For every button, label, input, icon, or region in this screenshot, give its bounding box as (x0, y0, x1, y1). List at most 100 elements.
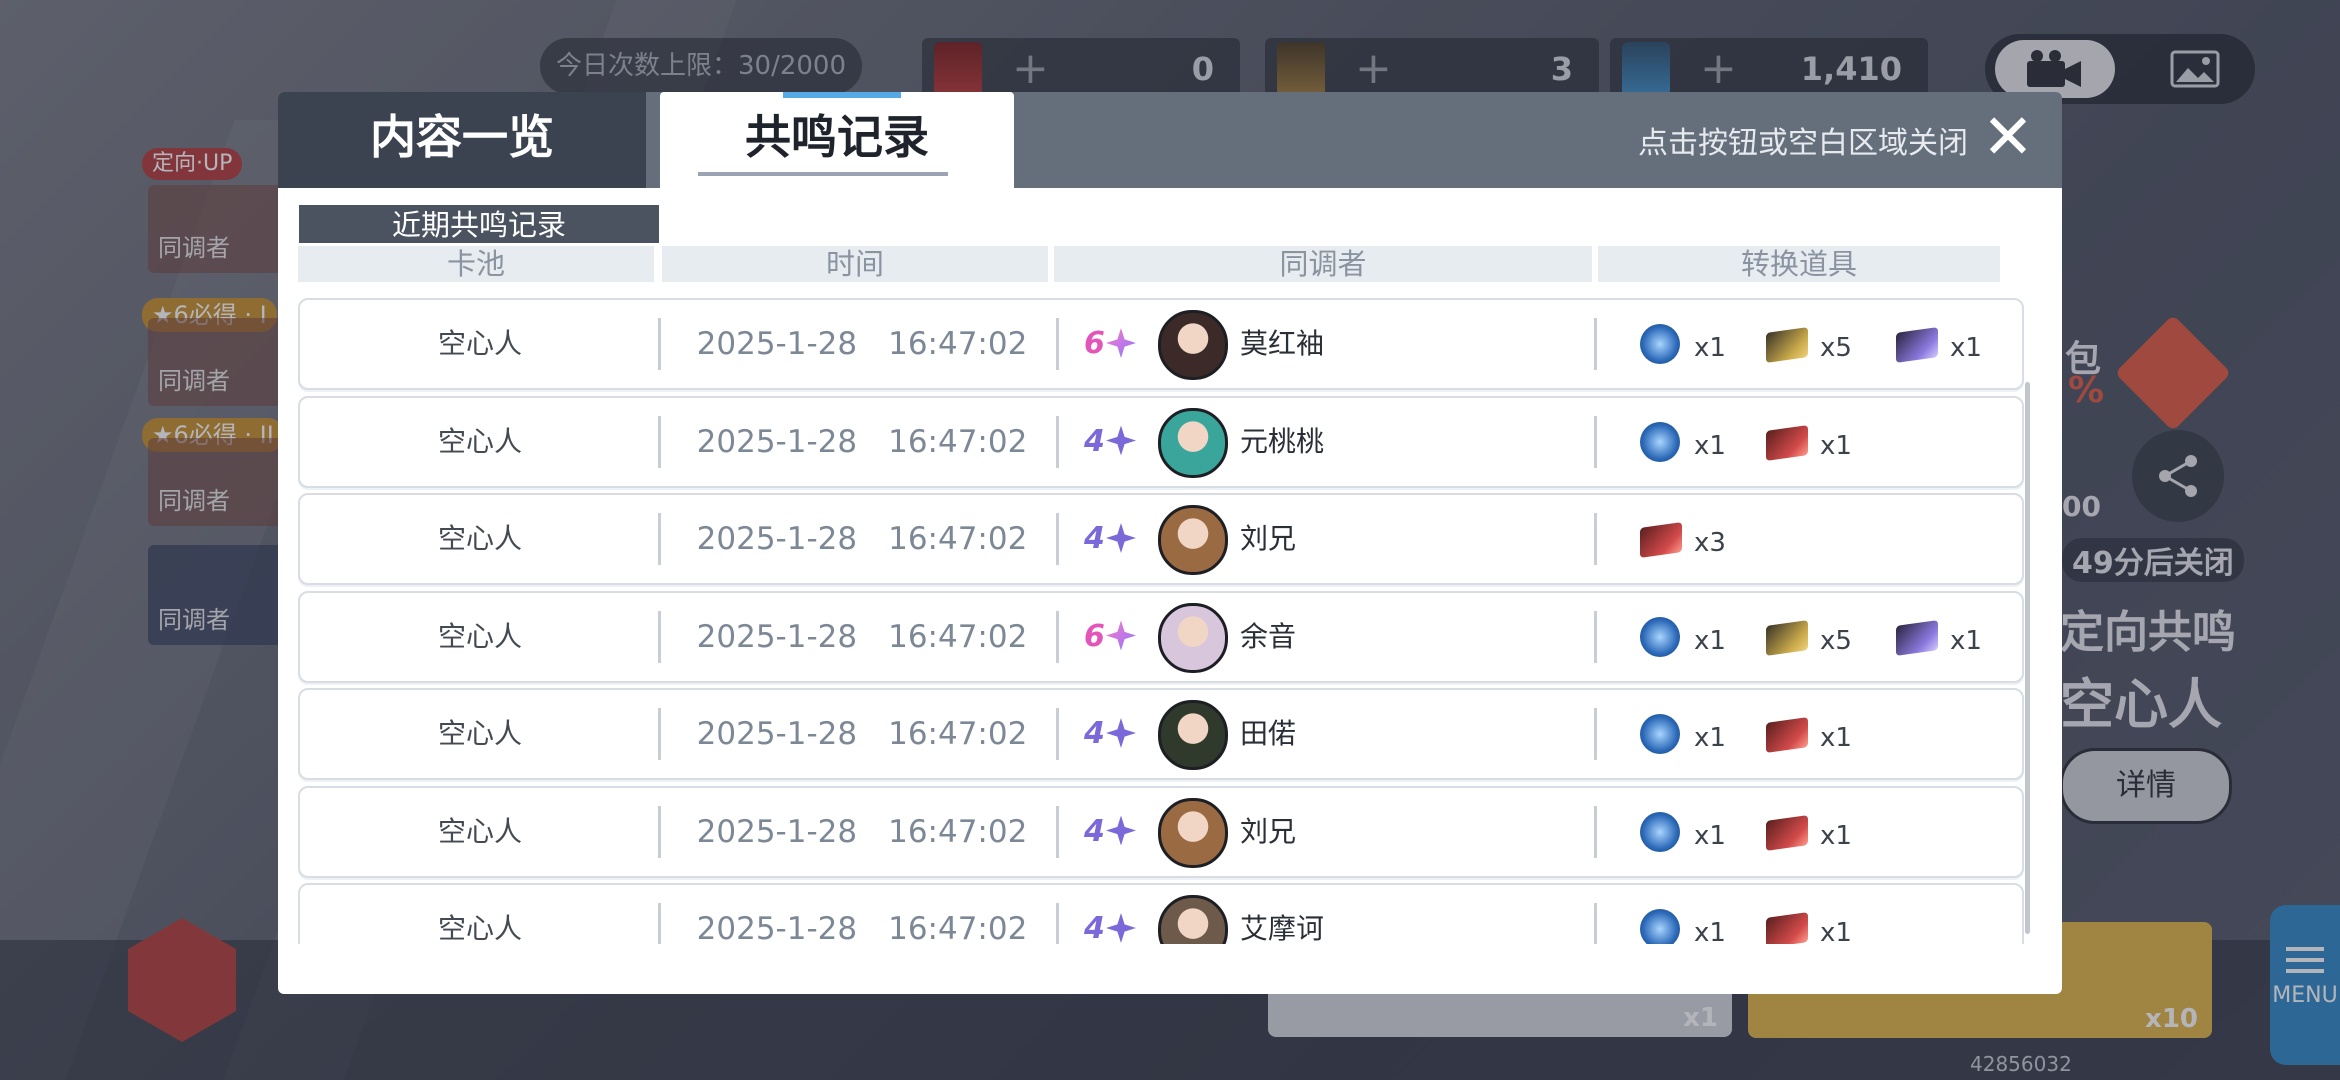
column-header-items: 转换道具 (1598, 246, 2000, 282)
blue-orb-icon (1640, 421, 1680, 462)
item-entry: x1 (1640, 690, 1750, 778)
item-entry: x1 (1766, 398, 1876, 486)
section-label: 近期共鸣记录 (299, 205, 659, 243)
rarity-number: 4 (1084, 911, 1105, 944)
item-entry: x1 (1896, 593, 2006, 681)
item-qty: x1 (1820, 918, 1852, 944)
character-avatar (1158, 407, 1228, 478)
item-entry: x1 (1766, 788, 1876, 876)
purple-card-icon (1896, 327, 1938, 363)
item-entry: x1 (1640, 398, 1750, 486)
item-qty: x5 (1820, 333, 1852, 363)
gold-card-icon (1766, 619, 1808, 656)
records-modal: 内容一览 共鸣记录 点击按钮或空白区域关闭 ✕ 近期共鸣记录 卡池 时间 同调者… (278, 92, 2062, 994)
character-avatar (1158, 602, 1228, 673)
column-divider (1056, 318, 1059, 370)
pool-cell: 空心人 (437, 522, 522, 555)
item-entry: x5 (1766, 300, 1876, 388)
item-entry: x1 (1640, 788, 1750, 876)
column-divider (658, 318, 661, 370)
scrollbar[interactable] (2025, 382, 2030, 934)
column-divider (658, 610, 661, 663)
item-entry: x1 (1640, 300, 1750, 388)
records-list[interactable]: 空心人 2025-1-28 16:47:02 6 莫红袖 x1 x5 x1 空心人 20… (298, 298, 2028, 944)
character-name: 刘兄 (1240, 522, 1297, 555)
item-qty: x1 (1950, 333, 1982, 363)
column-divider (1594, 708, 1597, 760)
time-cell: 2025-1-28 16:47:02 (696, 423, 1028, 460)
red-card-icon (1766, 717, 1808, 753)
character-name: 刘兄 (1240, 814, 1297, 848)
tab-overview[interactable]: 内容一览 (278, 92, 646, 188)
column-divider (1056, 805, 1059, 858)
item-entry: x1 (1640, 885, 1750, 944)
character-name: 莫红袖 (1240, 327, 1325, 360)
rarity-number: 4 (1084, 423, 1105, 459)
column-divider (1594, 318, 1597, 370)
purple-card-icon (1896, 619, 1938, 656)
tab-underline (698, 172, 948, 176)
column-divider (1594, 903, 1597, 944)
rarity-star-icon (1106, 718, 1136, 748)
item-qty: x1 (1694, 625, 1726, 656)
tab-active-indicator (783, 92, 901, 98)
table-row: 空心人 2025-1-28 16:47:02 6 莫红袖 x1 x5 x1 (298, 298, 2024, 390)
column-divider (658, 708, 661, 760)
red-card-icon (1640, 522, 1682, 558)
close-icon[interactable]: ✕ (1982, 102, 2034, 172)
rarity-star-icon (1106, 523, 1136, 553)
item-qty: x1 (1820, 820, 1852, 851)
item-qty: x1 (1694, 918, 1726, 944)
column-divider (1594, 805, 1597, 858)
character-avatar (1158, 895, 1228, 944)
column-divider (1594, 415, 1597, 468)
item-entry: x1 (1766, 885, 1876, 944)
character-name: 艾摩诃 (1240, 912, 1325, 944)
pool-cell: 空心人 (437, 814, 522, 848)
column-divider (1594, 513, 1597, 565)
blue-orb-icon (1640, 811, 1680, 852)
item-entry: x1 (1896, 300, 2006, 388)
table-row: 空心人 2025-1-28 16:47:02 4 元桃桃 x1 x1 (298, 395, 2024, 488)
rarity-number: 4 (1084, 521, 1105, 556)
item-qty: x1 (1694, 820, 1726, 851)
item-entry: x1 (1640, 593, 1750, 681)
character-name: 田偌 (1240, 717, 1297, 750)
time-cell: 2025-1-28 16:47:02 (696, 813, 1028, 850)
item-qty: x1 (1694, 723, 1726, 753)
blue-orb-icon (1640, 616, 1680, 657)
rarity-star-icon (1106, 913, 1136, 943)
character-avatar (1158, 797, 1228, 868)
character-name: 余音 (1240, 619, 1297, 653)
rarity-star-icon (1106, 328, 1136, 358)
item-entry: x5 (1766, 593, 1876, 681)
pool-cell: 空心人 (437, 327, 522, 360)
column-divider (658, 903, 661, 944)
column-divider (1056, 610, 1059, 663)
item-qty: x3 (1694, 528, 1726, 558)
column-divider (1056, 415, 1059, 468)
time-cell: 2025-1-28 16:47:02 (696, 326, 1028, 362)
item-qty: x1 (1820, 430, 1852, 461)
item-qty: x5 (1820, 625, 1852, 656)
table-row: 空心人 2025-1-28 16:47:02 6 余音 x1 x5 x1 (298, 590, 2024, 683)
rarity-number: 4 (1084, 813, 1105, 849)
item-entry: x1 (1766, 690, 1876, 778)
blue-orb-icon (1640, 714, 1680, 754)
character-avatar (1158, 310, 1228, 380)
item-qty: x1 (1694, 430, 1726, 461)
rarity-star-icon (1106, 815, 1136, 846)
table-row: 空心人 2025-1-28 16:47:02 4 艾摩诃 x1 x1 (298, 883, 2024, 944)
table-row: 空心人 2025-1-28 16:47:02 4 田偌 x1 x1 (298, 688, 2024, 780)
column-header-adjuster: 同调者 (1054, 246, 1592, 282)
rarity-star-icon (1106, 425, 1136, 456)
red-card-icon (1766, 814, 1808, 851)
pool-cell: 空心人 (437, 717, 522, 750)
item-entry: x3 (1640, 495, 1750, 583)
item-qty: x1 (1820, 723, 1852, 753)
column-divider (658, 513, 661, 565)
column-divider (658, 415, 661, 468)
table-row: 空心人 2025-1-28 16:47:02 4 刘兄 x3 (298, 493, 2024, 585)
time-cell: 2025-1-28 16:47:02 (696, 911, 1028, 944)
item-qty: x1 (1950, 625, 1982, 656)
